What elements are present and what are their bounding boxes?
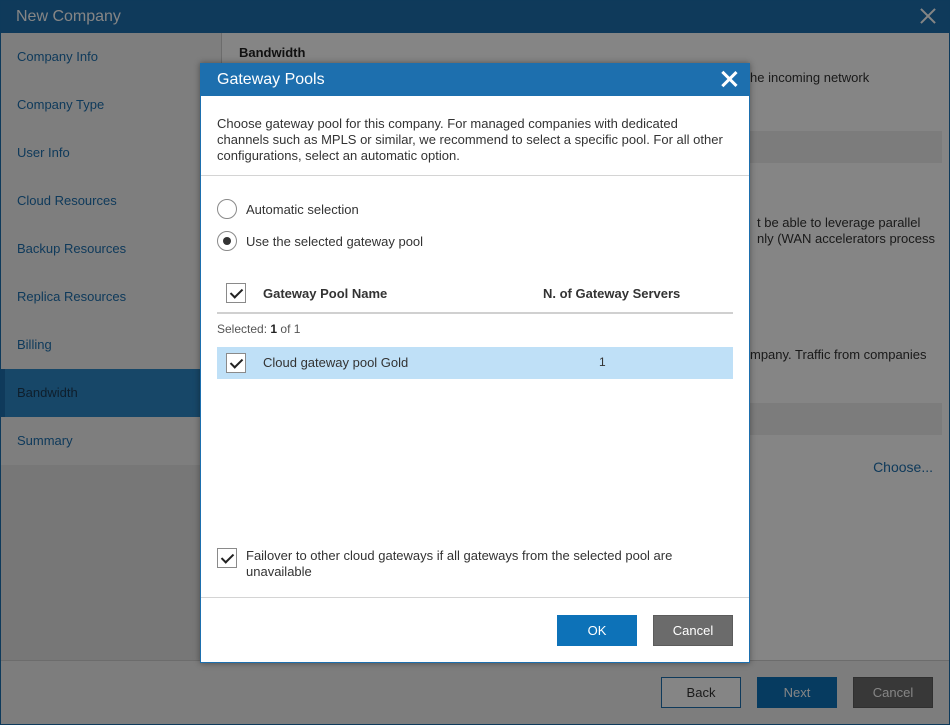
failover-option[interactable]: Failover to other cloud gateways if all … <box>217 548 717 580</box>
selected-prefix: Selected: <box>217 322 268 336</box>
divider <box>201 175 749 176</box>
pool-name-cell: Cloud gateway pool Gold <box>263 355 409 370</box>
column-header-pool-name[interactable]: Gateway Pool Name <box>263 286 387 301</box>
dialog-close-icon[interactable] <box>721 71 737 87</box>
dialog-cancel-button[interactable]: Cancel <box>653 615 733 646</box>
dialog-title: Gateway Pools <box>217 71 325 88</box>
selection-summary: Selected: 1 of 1 <box>217 322 300 336</box>
table-row[interactable]: Cloud gateway pool Gold 1 <box>217 347 733 379</box>
footer-divider <box>201 597 749 598</box>
failover-label: Failover to other cloud gateways if all … <box>246 548 673 579</box>
gateway-pools-dialog: Gateway Pools Choose gateway pool for th… <box>200 63 750 663</box>
select-all-checkbox[interactable] <box>226 283 246 303</box>
row-checkbox[interactable] <box>226 353 246 373</box>
server-count-cell: 1 <box>599 355 606 369</box>
radio-automatic-selection[interactable]: Automatic selection <box>217 199 359 219</box>
radio-button-icon[interactable] <box>217 199 237 219</box>
radio-selected-label: Use the selected gateway pool <box>246 233 424 249</box>
ok-button[interactable]: OK <box>557 615 637 646</box>
dialog-description: Choose gateway pool for this company. Fo… <box>217 116 723 163</box>
radio-button-selected-icon[interactable] <box>217 231 237 251</box>
radio-automatic-label: Automatic selection <box>246 201 359 217</box>
gateway-pool-grid-header: Gateway Pool Name N. of Gateway Servers <box>217 274 733 314</box>
selected-total: of 1 <box>280 322 301 336</box>
dialog-title-bar: Gateway Pools <box>201 64 749 96</box>
selected-count: 1 <box>270 322 278 336</box>
radio-use-selected-pool[interactable]: Use the selected gateway pool <box>217 231 423 251</box>
column-header-server-count[interactable]: N. of Gateway Servers <box>543 286 680 301</box>
failover-checkbox[interactable] <box>217 548 237 568</box>
